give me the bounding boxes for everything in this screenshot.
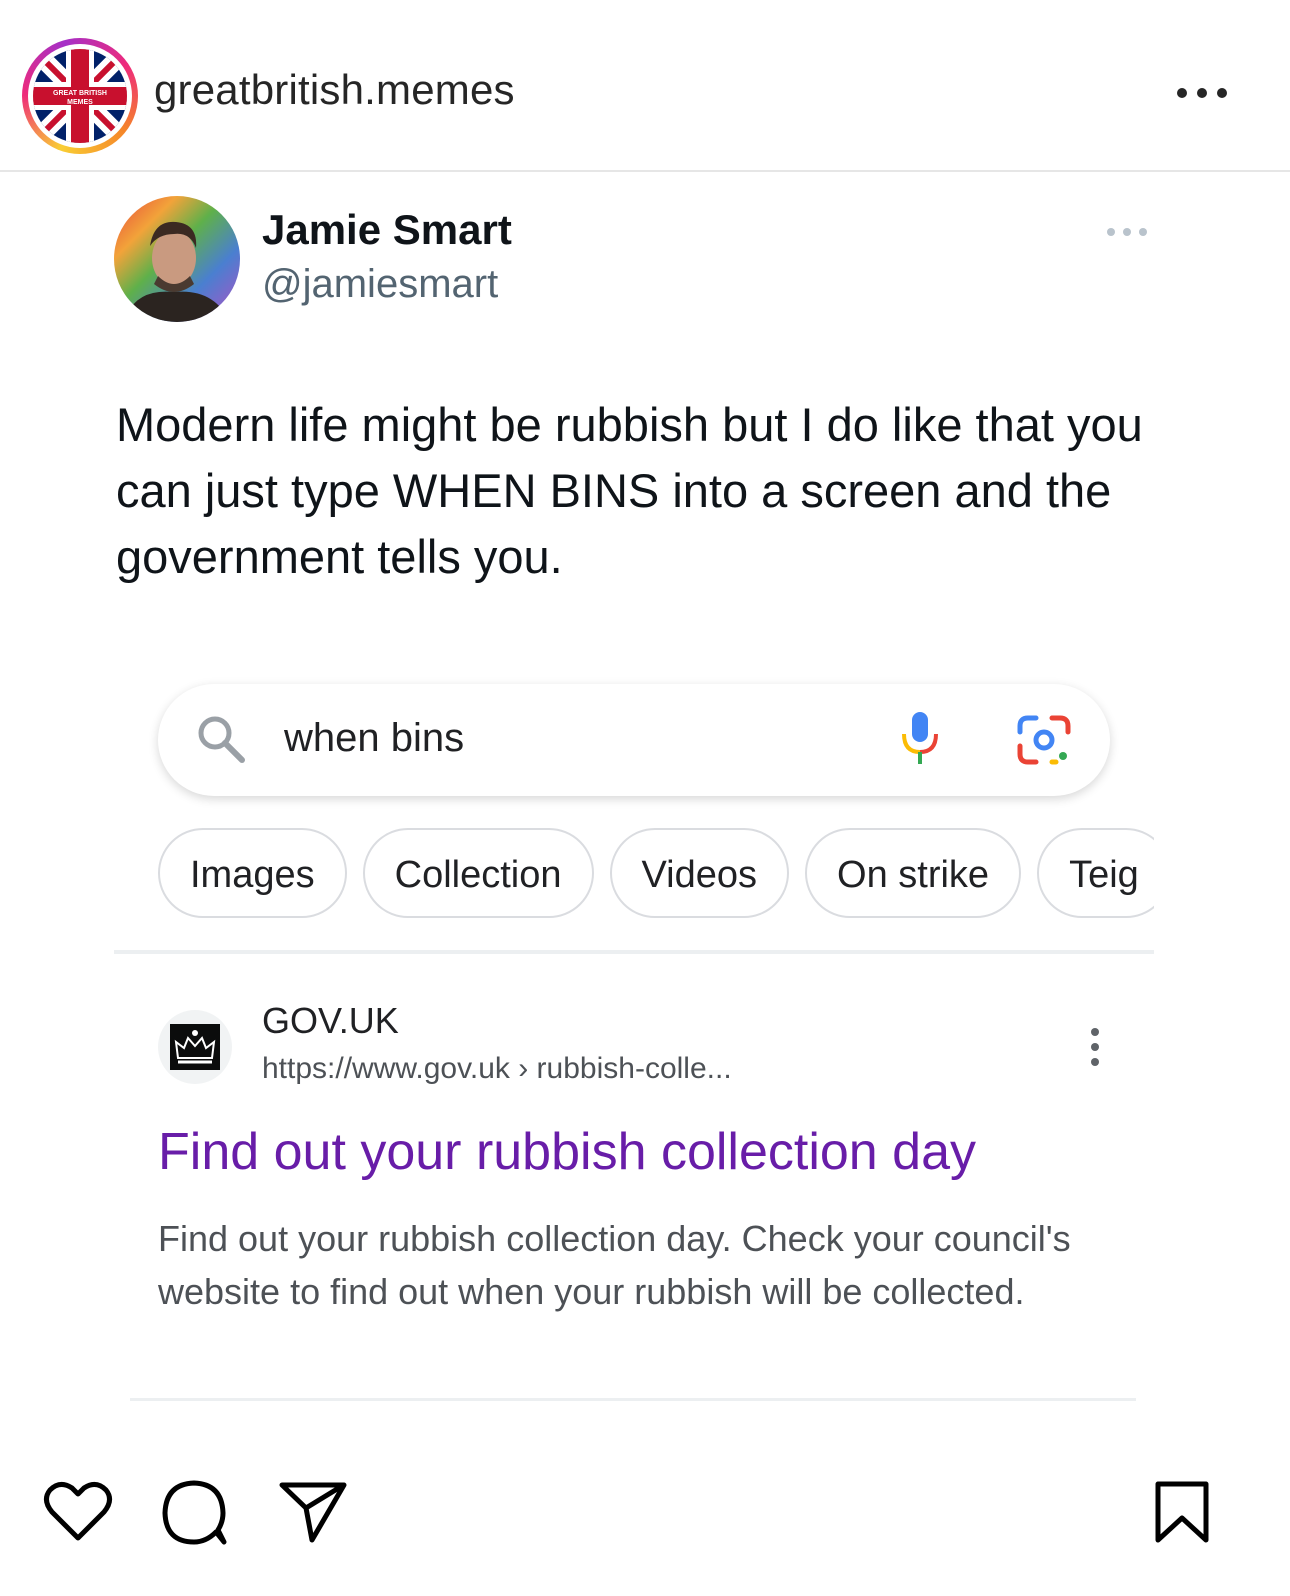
result-title-link: Find out your rubbish collection day (158, 1123, 977, 1181)
search-query: when bins (284, 716, 465, 760)
result-url-domain: https://www.gov.uk (262, 1052, 510, 1085)
bookmark-icon[interactable] (1152, 1480, 1212, 1549)
svg-text:GREAT BRITISH: GREAT BRITISH (53, 90, 107, 97)
govuk-favicon (158, 1010, 232, 1084)
chip-videos: Videos (609, 828, 790, 918)
account-avatar[interactable]: GREAT BRITISH MEMES (22, 38, 138, 154)
svg-text:MEMES: MEMES (67, 99, 93, 106)
result-url-path: › rubbish-colle... (518, 1052, 732, 1085)
chip-teig: Teig (1037, 828, 1154, 918)
tweet-text: Modern life might be rubbish but I do li… (116, 398, 1143, 583)
heart-icon[interactable] (42, 1480, 114, 1549)
tweet-author-name: Jamie Smart (262, 206, 512, 253)
google-lens-icon (1016, 714, 1072, 766)
search-filter-chips: Images Collection Videos On strike Teig (158, 828, 1154, 924)
result-url: https://www.gov.uk › rubbish-colle... (262, 1052, 732, 1086)
divider (130, 1398, 1136, 1401)
account-handle[interactable]: greatbritish.memes (154, 66, 515, 114)
tweet-author-handle: @jamiesmart (262, 262, 499, 306)
tweet-more-icon (1104, 222, 1150, 242)
chip-images: Images (158, 828, 347, 918)
result-snippet: Find out your rubbish collection day. Ch… (158, 1218, 1071, 1312)
crown-icon (174, 1030, 216, 1064)
search-bar: when bins (158, 684, 1110, 796)
result-site-name: GOV.UK (262, 1000, 399, 1041)
tweet-author-avatar (114, 196, 240, 322)
microphone-icon (898, 710, 942, 768)
chip-collection: Collection (362, 828, 594, 918)
chip-on-strike: On strike (805, 828, 1022, 918)
union-jack-logo: GREAT BRITISH MEMES (33, 49, 127, 143)
comment-icon[interactable] (160, 1478, 230, 1551)
more-horizontal-icon[interactable] (1172, 76, 1232, 106)
share-icon[interactable] (278, 1480, 348, 1549)
search-icon (194, 712, 248, 766)
post-header: GREAT BRITISH MEMES greatbritish.memes (0, 0, 1290, 172)
result-more-vertical-icon (1082, 1026, 1108, 1070)
divider (114, 950, 1154, 954)
